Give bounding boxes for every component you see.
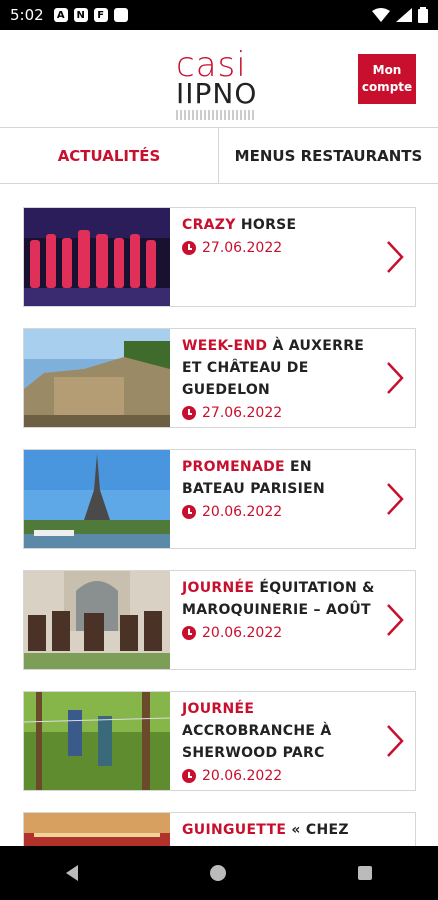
news-date: 20.06.2022 [182, 625, 405, 641]
news-date-text: 20.06.2022 [202, 625, 283, 641]
recent-apps-icon[interactable] [358, 866, 372, 880]
my-account-button[interactable]: Mon compte [358, 54, 416, 104]
status-time: 5:02 [10, 6, 44, 24]
news-card[interactable]: JOURNÉE ACCROBRANCHE À SHERWOOD PARC 20.… [23, 691, 416, 791]
signal-icon [396, 8, 412, 22]
news-thumbnail [24, 329, 170, 427]
chevron-right-icon[interactable] [385, 240, 405, 274]
news-title-accent: PROMENADE [182, 459, 285, 475]
chevron-right-icon[interactable] [385, 603, 405, 637]
news-thumbnail [24, 208, 170, 306]
chevron-right-icon[interactable] [385, 361, 405, 395]
feed-notification-icon: F [93, 8, 108, 22]
news-date: 27.06.2022 [182, 240, 405, 256]
status-bar: 5:02 A N F [0, 0, 438, 30]
news-title: GUINGUETTE « CHEZ [182, 819, 405, 841]
logo-text-casi: casi [176, 45, 247, 85]
news-title: WEEK-END À AUXERRE ET CHÂTEAU DE GUEDELO… [182, 335, 405, 401]
news-card[interactable]: WEEK-END À AUXERRE ET CHÂTEAU DE GUEDELO… [23, 328, 416, 428]
news-list[interactable]: CRAZY HORSE 27.06.2022 WEEK-END À AUXERR… [0, 184, 438, 846]
news-date-text: 20.06.2022 [202, 504, 283, 520]
news-title-accent: WEEK-END [182, 338, 268, 354]
account-label-line1: Mon [372, 63, 402, 77]
news-title: JOURNÉE ACCROBRANCHE À SHERWOOD PARC [182, 698, 405, 764]
logo-text-pno: IIPNO [176, 77, 258, 110]
wifi-icon [372, 8, 390, 22]
clock-icon [182, 406, 196, 420]
news-notification-icon: N [73, 8, 88, 22]
app-header: casi IIPNO Mon compte [0, 30, 438, 128]
news-card[interactable]: GUINGUETTE « CHEZ [23, 812, 416, 846]
news-title: JOURNÉE ÉQUITATION & MAROQUINERIE – AOÛT [182, 577, 405, 621]
casi-ipno-logo[interactable]: casi IIPNO [176, 45, 266, 120]
news-title: CRAZY HORSE [182, 214, 405, 236]
logo-tagline [176, 110, 256, 120]
news-date-text: 27.06.2022 [202, 405, 283, 421]
back-icon[interactable] [66, 865, 78, 881]
clock-icon [182, 626, 196, 640]
news-title-accent: JOURNÉE [182, 701, 255, 717]
news-title-rest: ACCROBRANCHE À SHERWOOD PARC [182, 723, 332, 761]
news-thumbnail [24, 813, 170, 846]
news-date-text: 27.06.2022 [202, 240, 283, 256]
news-date-text: 20.06.2022 [202, 768, 283, 784]
battery-icon [418, 7, 428, 23]
home-icon[interactable] [210, 865, 226, 881]
tab-menus-restaurants[interactable]: MENUS RESTAURANTS [219, 128, 438, 184]
news-title-accent: JOURNÉE [182, 580, 255, 596]
news-date: 27.06.2022 [182, 405, 405, 421]
news-title-accent: CRAZY [182, 217, 236, 233]
news-card[interactable]: JOURNÉE ÉQUITATION & MAROQUINERIE – AOÛT… [23, 570, 416, 670]
app-notification-icon: A [53, 8, 68, 22]
news-date: 20.06.2022 [182, 504, 405, 520]
tab-bar: ACTUALITÉS MENUS RESTAURANTS [0, 128, 438, 184]
news-thumbnail [24, 692, 170, 790]
tab-actualites[interactable]: ACTUALITÉS [0, 128, 219, 184]
news-card[interactable]: PROMENADE EN BATEAU PARISIEN 20.06.2022 [23, 449, 416, 549]
news-title-rest: HORSE [235, 217, 297, 233]
news-thumbnail [24, 571, 170, 669]
news-card[interactable]: CRAZY HORSE 27.06.2022 [23, 207, 416, 307]
news-title-rest: « CHEZ [286, 822, 349, 838]
news-thumbnail [24, 450, 170, 548]
clock-icon [182, 241, 196, 255]
sd-card-icon [113, 8, 128, 22]
chevron-right-icon[interactable] [385, 482, 405, 516]
account-label-line2: compte [361, 80, 413, 94]
news-title: PROMENADE EN BATEAU PARISIEN [182, 456, 405, 500]
clock-icon [182, 769, 196, 783]
news-date: 20.06.2022 [182, 768, 405, 784]
clock-icon [182, 505, 196, 519]
system-nav-bar [0, 846, 438, 900]
chevron-right-icon[interactable] [385, 724, 405, 758]
news-title-accent: GUINGUETTE [182, 822, 287, 838]
